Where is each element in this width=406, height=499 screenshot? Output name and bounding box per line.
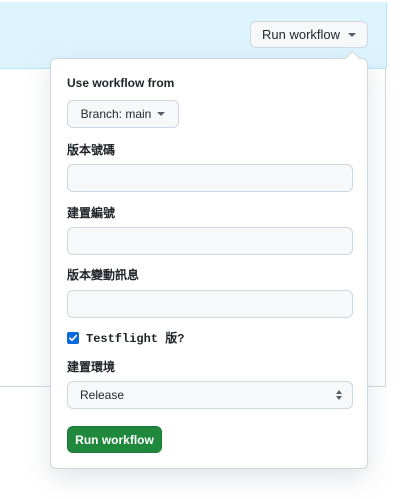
changelog-input[interactable] <box>67 290 353 318</box>
build-number-label: 建置編號 <box>67 206 116 220</box>
build-environment-label: 建置環境 <box>67 360 116 374</box>
run-workflow-popover: Use workflow from Branch: main 版本號碼 建置編號… <box>50 50 368 469</box>
run-workflow-dropdown-button[interactable]: Run workflow <box>250 21 368 48</box>
changelog-label: 版本變動訊息 <box>67 268 140 282</box>
version-number-label: 版本號碼 <box>67 143 116 157</box>
checkmark-icon <box>69 334 78 341</box>
branch-select-button[interactable]: Branch: main <box>67 100 179 128</box>
caret-down-icon <box>157 112 166 116</box>
testflight-option: Testflight 版? <box>67 329 184 346</box>
testflight-checkbox-label: Testflight 版? <box>86 332 185 346</box>
build-environment-select[interactable]: Release <box>67 381 353 409</box>
caret-down-icon <box>348 32 357 37</box>
run-workflow-submit-button[interactable]: Run workflow <box>67 426 162 453</box>
testflight-checkbox[interactable] <box>67 331 79 344</box>
use-workflow-from-label: Use workflow from <box>67 76 175 90</box>
branch-button-label: Branch: main <box>80 107 152 121</box>
build-environment-value: Release <box>80 388 125 402</box>
build-number-input[interactable] <box>67 227 353 255</box>
page: Run workflow Use workflow from Branch: m… <box>0 0 406 499</box>
run-workflow-trigger-label: Run workflow <box>261 27 341 42</box>
select-arrows-icon <box>336 390 342 400</box>
run-workflow-submit-label: Run workflow <box>75 432 154 447</box>
version-number-input[interactable] <box>67 164 353 192</box>
